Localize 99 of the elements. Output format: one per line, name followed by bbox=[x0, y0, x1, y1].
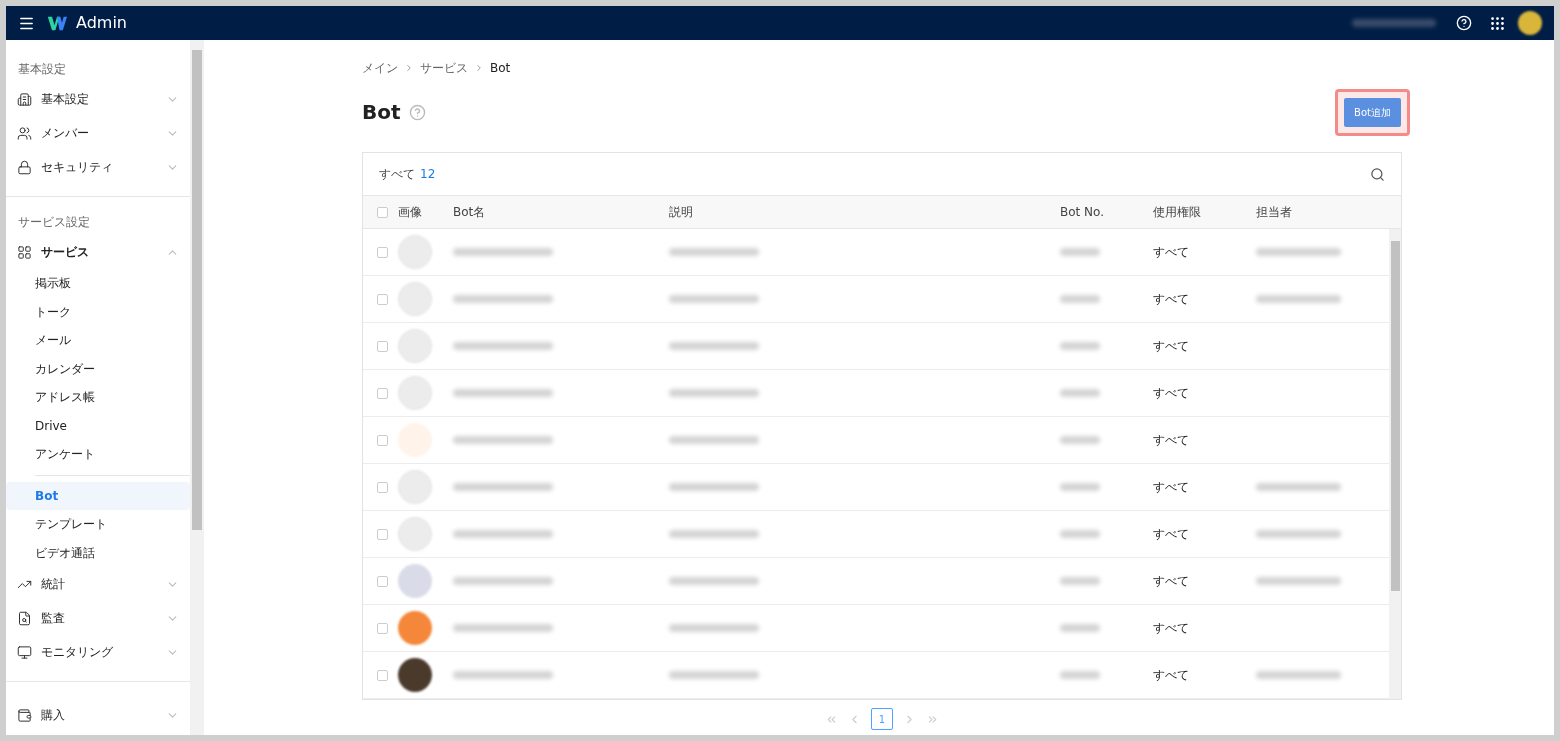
table-row[interactable]: すべて bbox=[363, 417, 1389, 464]
table-row[interactable]: すべて bbox=[363, 511, 1389, 558]
grid-icon bbox=[17, 244, 32, 260]
table-row[interactable]: すべて bbox=[363, 605, 1389, 652]
breadcrumb-link[interactable]: サービス bbox=[420, 59, 468, 77]
sidebar-subitem[interactable]: カレンダー bbox=[6, 354, 190, 383]
breadcrumb-separator-icon bbox=[404, 63, 414, 73]
sidebar-item-label: モニタリング bbox=[41, 644, 114, 661]
row-checkbox[interactable] bbox=[377, 481, 388, 493]
permission-cell-text: すべて bbox=[1153, 291, 1190, 308]
users-icon bbox=[17, 125, 32, 141]
row-checkbox[interactable] bbox=[377, 434, 388, 446]
row-checkbox[interactable] bbox=[377, 528, 388, 540]
sidebar-item[interactable]: 統計 bbox=[6, 567, 190, 601]
blurred-text bbox=[1060, 389, 1100, 397]
column-header: 担当者 bbox=[1256, 204, 1293, 221]
sidebar-item[interactable]: セキュリティ bbox=[6, 150, 190, 184]
row-checkbox[interactable] bbox=[377, 293, 388, 305]
lock-icon bbox=[17, 159, 32, 175]
sidebar-item-label: 基本設定 bbox=[41, 91, 90, 108]
sidebar-item[interactable]: 基本設定 bbox=[6, 82, 190, 116]
section-heading: 基本設定 bbox=[17, 61, 67, 78]
blurred-text bbox=[1060, 483, 1100, 491]
blurred-text bbox=[1060, 295, 1100, 303]
column-header: 使用権限 bbox=[1153, 204, 1202, 221]
row-checkbox[interactable] bbox=[377, 340, 388, 352]
sidebar-subitem[interactable]: アドレス帳 bbox=[6, 383, 190, 412]
table-row[interactable]: すべて bbox=[363, 464, 1389, 511]
row-checkbox[interactable] bbox=[377, 387, 388, 399]
column-header: 説明 bbox=[669, 204, 694, 221]
row-checkbox[interactable] bbox=[377, 246, 388, 258]
table-row[interactable]: すべて bbox=[363, 276, 1389, 323]
permission-cell-text: すべて bbox=[1153, 620, 1190, 637]
sidebar-subitem[interactable]: テンプレート bbox=[6, 510, 190, 539]
user-avatar[interactable] bbox=[1518, 11, 1542, 35]
table-row[interactable]: すべて bbox=[363, 323, 1389, 370]
blurred-text bbox=[1060, 577, 1100, 585]
sidebar-subitem[interactable]: ビデオ通話 bbox=[6, 538, 190, 567]
column-header: Bot No. bbox=[1060, 204, 1105, 221]
sidebar-item-label: メンバー bbox=[41, 125, 90, 142]
row-checkbox[interactable] bbox=[377, 669, 388, 681]
total-count: 12 bbox=[420, 166, 436, 183]
row-checkbox[interactable] bbox=[377, 622, 388, 634]
logo-icon bbox=[47, 14, 67, 32]
table-row[interactable]: すべて bbox=[363, 229, 1389, 276]
sidebar-item-label: サービス bbox=[41, 244, 90, 261]
permission-cell-text: すべて bbox=[1153, 385, 1190, 402]
apps-icon[interactable] bbox=[1489, 14, 1506, 32]
app-title: Admin bbox=[76, 12, 127, 34]
sidebar-subitem[interactable]: Drive bbox=[6, 411, 190, 440]
sidebar-item[interactable]: モニタリング bbox=[6, 635, 190, 669]
row-checkbox[interactable] bbox=[377, 575, 388, 587]
sidebar-item-label: セキュリティ bbox=[41, 159, 114, 176]
blurred-text bbox=[1060, 342, 1100, 350]
blurred-text bbox=[1060, 436, 1100, 444]
building-icon bbox=[17, 91, 32, 107]
avatar-placeholder bbox=[398, 658, 432, 692]
blurred-text bbox=[1060, 530, 1100, 538]
avatar-placeholder bbox=[398, 564, 432, 598]
blurred-text bbox=[1060, 624, 1100, 632]
column-header: 画像 bbox=[398, 204, 423, 221]
page-title: Bot bbox=[362, 99, 401, 126]
sidebar-item[interactable]: 購入 bbox=[6, 698, 190, 732]
sidebar-subitem[interactable]: アンケート bbox=[6, 440, 190, 469]
permission-cell-text: すべて bbox=[1153, 244, 1190, 261]
scrollbar-thumb[interactable] bbox=[192, 50, 202, 530]
permission-cell-text: すべて bbox=[1153, 338, 1190, 355]
permission-cell-text: すべて bbox=[1153, 573, 1190, 590]
sidebar-item-label: 監査 bbox=[41, 610, 66, 627]
blurred-text bbox=[1060, 671, 1100, 679]
avatar-placeholder bbox=[398, 611, 432, 645]
table-row[interactable]: すべて bbox=[363, 652, 1389, 699]
permission-cell-text: すべて bbox=[1153, 432, 1190, 449]
sidebar-item-label: 統計 bbox=[41, 576, 66, 593]
section-heading: サービス設定 bbox=[17, 214, 91, 231]
permission-cell-text: すべて bbox=[1153, 479, 1190, 496]
monitor-icon bbox=[17, 644, 32, 660]
select-all-checkbox[interactable] bbox=[377, 206, 388, 218]
sidebar-subitem[interactable]: メール bbox=[6, 326, 190, 355]
table-row[interactable]: すべて bbox=[363, 370, 1389, 417]
wallet-icon bbox=[17, 707, 32, 723]
search-icon[interactable] bbox=[1370, 166, 1385, 182]
breadcrumb-link[interactable]: メイン bbox=[362, 59, 398, 77]
total-label: すべて bbox=[379, 166, 415, 183]
column-header: Bot名 bbox=[453, 204, 487, 221]
sidebar-subitem[interactable]: トーク bbox=[6, 297, 190, 326]
breadcrumb-separator-icon bbox=[474, 63, 484, 73]
sidebar-item[interactable]: 監査 bbox=[6, 601, 190, 635]
sidebar-subitem[interactable]: Bot bbox=[6, 481, 190, 510]
permission-cell-text: すべて bbox=[1153, 526, 1190, 543]
table-row[interactable]: すべて bbox=[363, 558, 1389, 605]
sidebar-item[interactable]: サービス bbox=[6, 235, 190, 269]
sidebar-subitem[interactable]: 掲示板 bbox=[6, 269, 190, 298]
scrollbar-thumb[interactable] bbox=[1390, 241, 1400, 591]
sidebar-item-label: 購入 bbox=[41, 707, 66, 724]
sidebar-item[interactable]: メンバー bbox=[6, 116, 190, 150]
permission-cell-text: すべて bbox=[1153, 667, 1190, 684]
document-search-icon bbox=[17, 610, 32, 626]
blurred-text bbox=[1060, 248, 1100, 256]
